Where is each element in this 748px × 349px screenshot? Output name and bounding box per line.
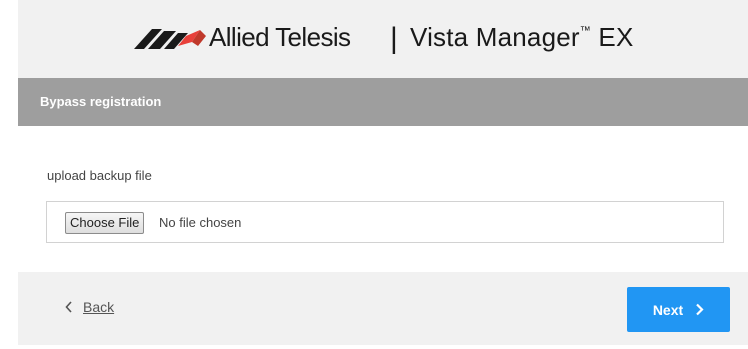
product-suffix: EX	[590, 22, 634, 52]
product-name: Vista Manager™ EX	[410, 22, 634, 53]
product-name-text: Vista Manager	[410, 22, 580, 52]
upload-field-label: upload backup file	[47, 168, 152, 183]
next-button[interactable]: Next	[627, 287, 730, 332]
brand-name: Allied Telesis	[209, 22, 351, 52]
brand-separator: |	[390, 22, 398, 55]
panel-titlebar: Bypass registration	[18, 78, 748, 126]
trademark-symbol: ™	[579, 25, 591, 37]
file-input[interactable]: Choose File No file chosen	[46, 201, 724, 243]
panel-title: Bypass registration	[40, 94, 162, 109]
next-label: Next	[652, 301, 684, 318]
allied-telesis-logo-icon	[134, 22, 206, 56]
header: Allied Telesis | Vista Manager™ EX	[18, 0, 748, 78]
choose-file-button[interactable]: Choose File	[65, 212, 145, 234]
back-label[interactable]: Back	[83, 299, 114, 315]
chevron-right-icon	[695, 303, 704, 316]
panel-footer: Back Next	[18, 272, 748, 345]
back-button[interactable]: Back	[65, 299, 114, 315]
setup-frame: Allied Telesis | Vista Manager™ EX Bypas…	[18, 0, 748, 345]
chevron-left-icon	[65, 301, 73, 313]
file-status-text: No file chosen	[159, 215, 242, 230]
panel-content: upload backup file Choose File No file c…	[18, 126, 748, 272]
